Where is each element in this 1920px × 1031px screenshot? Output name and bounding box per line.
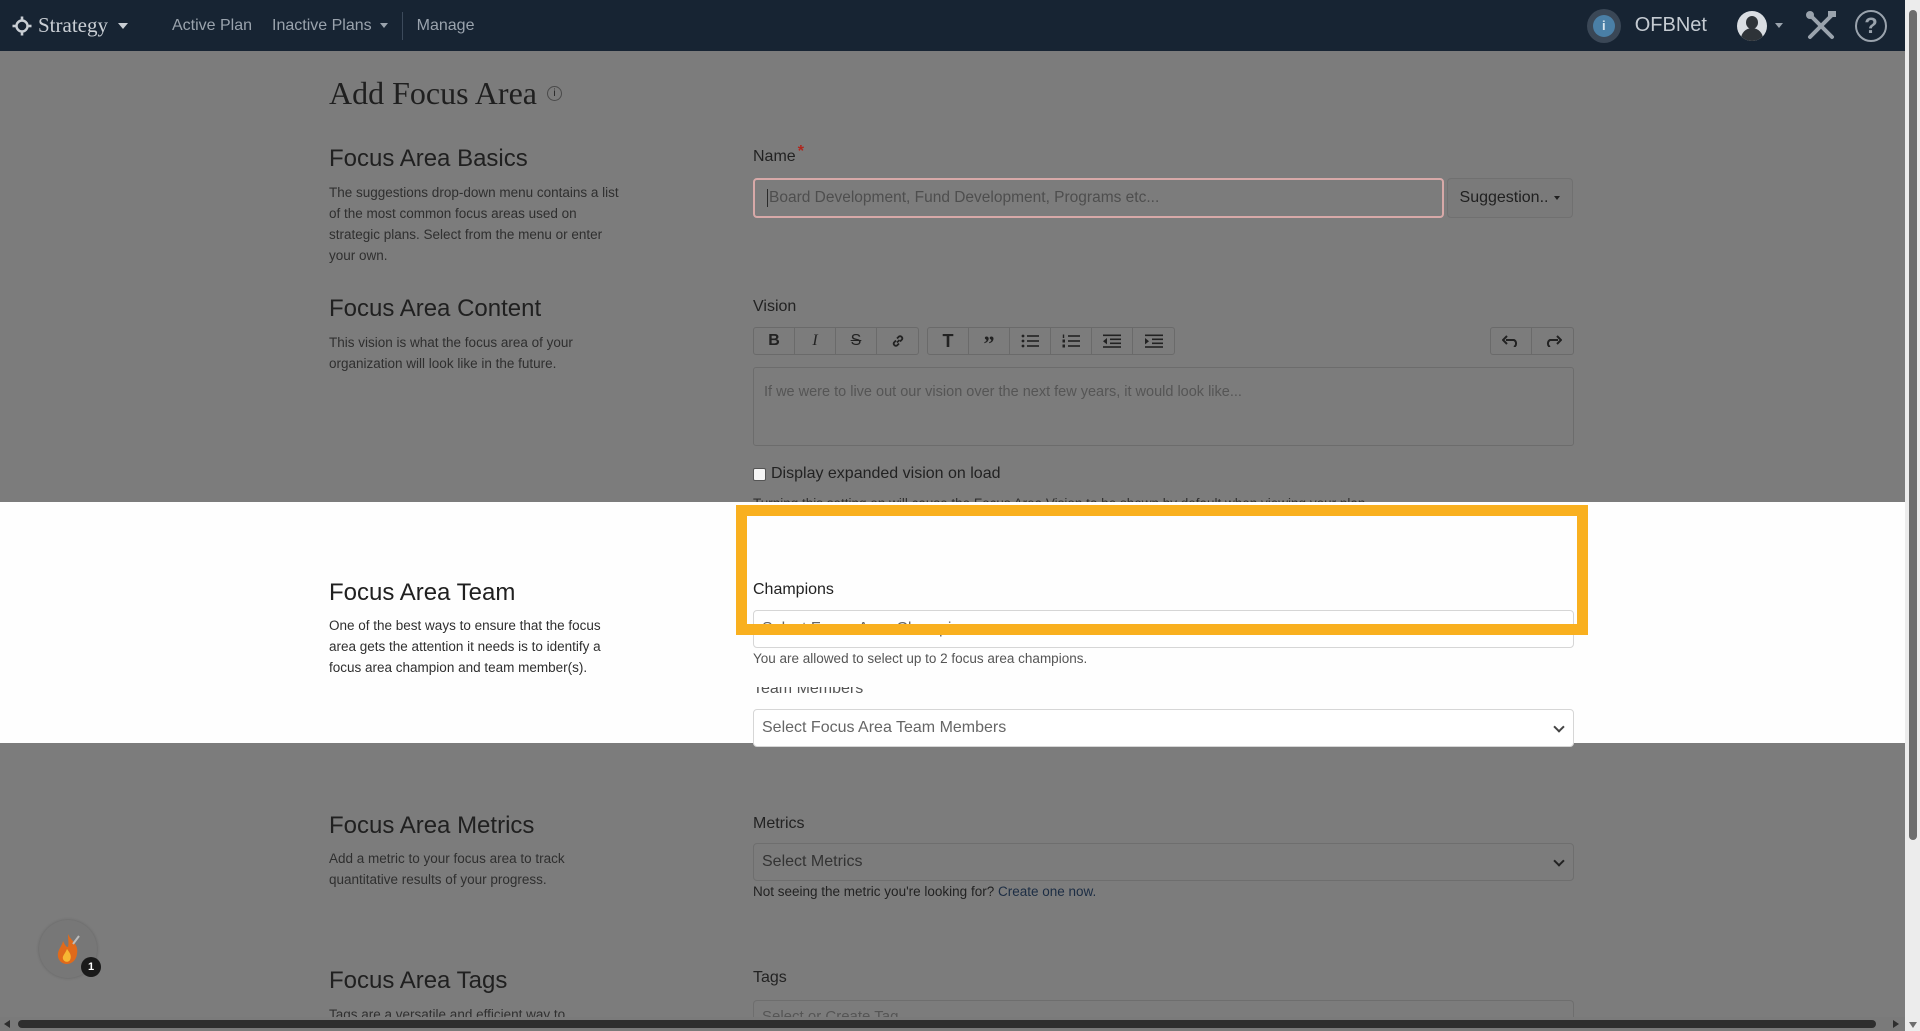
metrics-hint: Not seeing the metric you're looking for… — [753, 884, 1096, 899]
indent-icon — [1144, 334, 1163, 348]
italic-button[interactable]: I — [795, 328, 836, 354]
tools-icon[interactable] — [1803, 8, 1839, 44]
numbered-list-icon — [1062, 334, 1080, 348]
bullet-list-icon — [1021, 334, 1039, 348]
highlight-box — [736, 505, 1588, 635]
chevron-down-icon — [117, 22, 128, 29]
section-heading-team: Focus Area Team — [329, 579, 516, 606]
metrics-label: Metrics — [753, 815, 805, 832]
top-navbar: Strategy Active Plan Inactive Plans Mana… — [0, 0, 1905, 51]
name-input[interactable]: Board Development, Fund Development, Pro… — [753, 178, 1444, 218]
nav-manage[interactable]: Manage — [417, 17, 475, 35]
outdent-button[interactable] — [1092, 328, 1133, 354]
section-desc-tags: Tags are a versatile and efficient way t… — [329, 1007, 566, 1017]
undo-icon — [1502, 335, 1518, 347]
link-button[interactable] — [877, 328, 918, 354]
section-heading-tags: Focus Area Tags — [329, 967, 508, 994]
vision-label: Vision — [753, 298, 797, 315]
vision-editor[interactable]: If we were to live out our vision over t… — [753, 367, 1574, 446]
chevron-down-icon[interactable] — [1775, 23, 1783, 28]
bullet-list-button[interactable] — [1010, 328, 1051, 354]
bold-button[interactable]: B — [754, 328, 795, 354]
section-desc-team: One of the best ways to ensure that the … — [329, 618, 601, 675]
name-label-text: Name — [753, 148, 796, 165]
page-title: Add Focus Area i — [329, 75, 562, 112]
quote-button[interactable]: ” — [969, 328, 1010, 356]
section-heading-basics: Focus Area Basics — [329, 145, 528, 172]
help-icon[interactable]: ? — [1855, 9, 1887, 42]
chevron-down-icon — [379, 23, 388, 28]
flame-icon — [57, 934, 80, 964]
champions-hint: You are allowed to select up to 2 focus … — [753, 651, 1088, 666]
history-toolbar — [1490, 327, 1574, 355]
org-name[interactable]: OFBNet — [1635, 14, 1707, 37]
metrics-hint-text: Not seeing the metric you're looking for… — [753, 884, 998, 899]
horizontal-scrollbar[interactable] — [0, 1017, 1905, 1031]
expanded-vision-label: Display expanded vision on load — [771, 465, 1001, 482]
brand-menu[interactable]: Strategy — [12, 13, 128, 38]
info-icon[interactable]: i — [546, 86, 562, 101]
strikethrough-button[interactable]: S — [836, 328, 877, 354]
nav-divider — [401, 11, 403, 40]
user-avatar[interactable] — [1737, 10, 1767, 41]
metrics-select[interactable]: Select Metrics — [753, 843, 1574, 881]
metrics-select-placeholder: Select Metrics — [762, 853, 863, 870]
strategy-gear-icon — [12, 16, 32, 35]
org-badge-glyph: i — [1592, 14, 1615, 37]
heading-button[interactable]: T — [928, 328, 969, 354]
org-badge-icon[interactable]: i — [1586, 8, 1621, 43]
link-icon — [892, 335, 903, 347]
notification-badge: 1 — [81, 957, 101, 977]
tags-select-placeholder: Select or Create Tag — [762, 1008, 899, 1017]
section-desc-content: This vision is what the focus area of yo… — [329, 335, 573, 371]
nav-inactive-plans[interactable]: Inactive Plans — [272, 17, 388, 35]
suggestions-dropdown-button[interactable]: Suggestion.. — [1447, 178, 1573, 218]
name-label: Name * — [753, 143, 804, 166]
required-mark: * — [797, 143, 804, 160]
chevron-down-icon — [1553, 855, 1565, 867]
team-members-select-placeholder: Select Focus Area Team Members — [762, 719, 1007, 736]
chevron-down-icon — [1554, 196, 1561, 200]
nav-inactive-plans-label: Inactive Plans — [272, 16, 372, 34]
tags-label: Tags — [753, 969, 787, 986]
numbered-list-button[interactable] — [1051, 328, 1092, 354]
create-metric-link[interactable]: Create one now. — [998, 884, 1096, 899]
expanded-vision-checkbox[interactable] — [753, 467, 766, 481]
brand-label: Strategy — [38, 13, 108, 37]
section-desc-metrics: Add a metric to your focus area to track… — [329, 851, 565, 887]
name-input-placeholder: Board Development, Fund Development, Pro… — [769, 189, 1160, 206]
suggestions-button-label: Suggestion.. — [1459, 189, 1549, 206]
expanded-vision-checkbox-row[interactable]: Display expanded vision on load — [753, 465, 1000, 483]
nav-active-plan[interactable]: Active Plan — [172, 17, 252, 35]
outdent-icon — [1103, 334, 1121, 348]
chevron-down-icon — [1553, 721, 1565, 733]
team-members-select[interactable]: Select Focus Area Team Members — [753, 709, 1574, 747]
page-title-text: Add Focus Area — [329, 75, 537, 111]
indent-button[interactable] — [1133, 328, 1174, 354]
undo-button[interactable] — [1491, 328, 1532, 354]
vertical-scrollbar[interactable] — [1905, 0, 1920, 1031]
section-desc-basics: The suggestions drop-down menu contains … — [329, 185, 619, 263]
section-heading-metrics: Focus Area Metrics — [329, 812, 535, 839]
redo-button[interactable] — [1532, 328, 1573, 354]
section-heading-content: Focus Area Content — [329, 295, 542, 322]
redo-icon — [1546, 335, 1562, 347]
editor-toolbar: B I S T ” — [753, 327, 1183, 356]
tags-select[interactable]: Select or Create Tag — [753, 1000, 1574, 1017]
